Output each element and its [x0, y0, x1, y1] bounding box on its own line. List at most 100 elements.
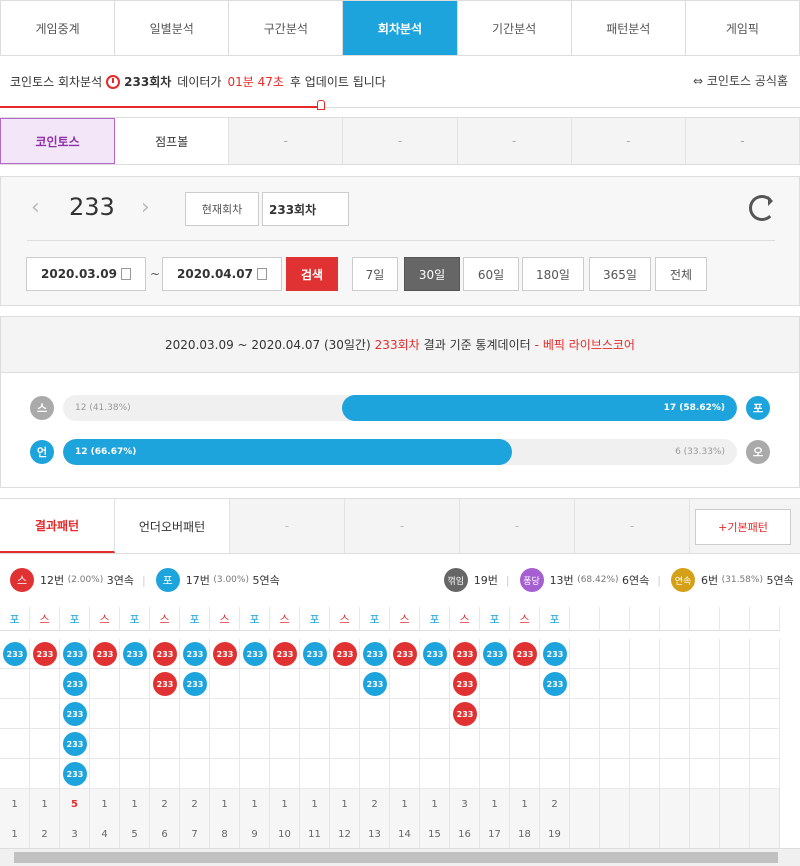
grid-cell [120, 699, 150, 729]
date-to-field[interactable]: 2020.04.07 [162, 257, 282, 291]
streak-streak: 5연속 [766, 574, 794, 587]
column-index [600, 819, 630, 849]
tab-2[interactable]: 일별분석 [115, 1, 230, 55]
grid-cell: 233 [150, 639, 180, 669]
grid-cell [30, 669, 60, 699]
pattern-tab-5[interactable]: - [460, 499, 575, 553]
period-button-6[interactable]: 전체 [655, 257, 707, 291]
prev-round-icon[interactable]: ‹ [31, 195, 51, 220]
grid-cell [330, 759, 360, 789]
grid-cell [660, 759, 690, 789]
round-number: 233 [69, 193, 115, 221]
grid-cell [360, 729, 390, 759]
grid-cell [420, 729, 450, 759]
column-head [570, 607, 600, 631]
column-head: 포 [240, 607, 270, 631]
column-head: 포 [480, 607, 510, 631]
grid-cell [330, 729, 360, 759]
pattern-tab-4[interactable]: - [345, 499, 460, 553]
current-round-button[interactable]: 현재회차 [185, 192, 259, 226]
period-button-3[interactable]: 60일 [463, 257, 519, 291]
grid-cell [600, 639, 630, 669]
tab-7[interactable]: 게임픽 [685, 1, 800, 55]
result-dot: 233 [393, 642, 417, 666]
seu-summary-icon: 스 [10, 568, 34, 592]
tab-4[interactable]: 회차분석 [343, 1, 458, 55]
tab-3[interactable]: 구간분석 [229, 1, 344, 55]
column-head: 스 [90, 607, 120, 631]
period-button-2[interactable]: 30일 [404, 257, 460, 291]
grid-cell [210, 669, 240, 699]
grid-cell [360, 699, 390, 729]
grid-cell [570, 759, 600, 789]
grid-cell [660, 729, 690, 759]
game-tab-4[interactable]: - [343, 118, 458, 164]
column-index: 13 [360, 819, 390, 849]
pongdang-pct: (68.42%) [577, 575, 619, 585]
streak-count: 6번 [701, 574, 719, 587]
turn-icon: 꺾임 [443, 568, 468, 592]
period-button-5[interactable]: 365일 [589, 257, 651, 291]
round-input[interactable]: 233회차 [262, 192, 349, 226]
search-button[interactable]: 검색 [286, 257, 338, 291]
column-index: 8 [210, 819, 240, 849]
seu-pct: (2.00%) [67, 575, 104, 585]
grid-cell [30, 729, 60, 759]
grid-cell [600, 729, 630, 759]
result-dot: 233 [333, 642, 357, 666]
column-head: 스 [270, 607, 300, 631]
pattern-tab-3[interactable]: - [230, 499, 345, 553]
date-from-field[interactable]: 2020.03.09 [26, 257, 146, 291]
scrollbar-thumb[interactable] [14, 852, 778, 863]
grid-cell [390, 699, 420, 729]
official-site-link[interactable]: ⇔ 코인토스 공식홈 [693, 72, 788, 89]
column-index [660, 819, 690, 849]
grid-cell: 233 [480, 639, 510, 669]
period-button-4[interactable]: 180일 [522, 257, 584, 291]
grid-cell [480, 699, 510, 729]
column-index: 2 [30, 819, 60, 849]
basic-pattern-button[interactable]: +기본패턴 [695, 509, 791, 545]
column-head: 포 [120, 607, 150, 631]
tab-5[interactable]: 기간분석 [457, 1, 572, 55]
game-tab-5[interactable]: - [458, 118, 572, 164]
grid-cell: 233 [60, 759, 90, 789]
game-tab-1[interactable]: 코인토스 [0, 118, 116, 164]
game-tab-3[interactable]: - [229, 118, 344, 164]
grid-cell [300, 699, 330, 729]
column-index: 12 [330, 819, 360, 849]
column-count: 1 [330, 789, 360, 819]
game-tab-2[interactable]: 점프볼 [115, 118, 230, 164]
grid-cell [270, 669, 300, 699]
result-dot: 233 [153, 642, 177, 666]
pattern-tabs: 결과패턴 언더오버패턴 - - - - +기본패턴 [0, 498, 800, 554]
tab-6[interactable]: 패턴분석 [571, 1, 686, 55]
pattern-tab-6[interactable]: - [575, 499, 690, 553]
result-dot: 233 [423, 642, 447, 666]
pattern-tab-1[interactable]: 결과패턴 [0, 499, 115, 553]
result-dot: 233 [483, 642, 507, 666]
game-tab-7[interactable]: - [686, 118, 800, 164]
streak-icon: 연속 [671, 568, 695, 592]
column-count: 1 [270, 789, 300, 819]
result-dot: 233 [453, 642, 477, 666]
grid-cell: 233 [270, 639, 300, 669]
grid-cell [690, 759, 720, 789]
grid-cell: 233 [60, 729, 90, 759]
grid-cell: 233 [210, 639, 240, 669]
grid-cell [570, 699, 600, 729]
tab-1[interactable]: 게임중계 [1, 1, 116, 55]
refresh-icon[interactable] [749, 195, 775, 221]
grid-cell [720, 759, 750, 789]
horizontal-scrollbar[interactable] [0, 848, 800, 866]
grid-cell [360, 759, 390, 789]
column-index: 11 [300, 819, 330, 849]
next-round-icon[interactable]: › [141, 195, 161, 220]
game-tab-6[interactable]: - [572, 118, 686, 164]
column-count: 1 [90, 789, 120, 819]
grid-cell [420, 699, 450, 729]
grid-cell [0, 759, 30, 789]
pattern-tab-2[interactable]: 언더오버패턴 [115, 499, 230, 553]
column-head: 포 [360, 607, 390, 631]
period-button-1[interactable]: 7일 [352, 257, 398, 291]
